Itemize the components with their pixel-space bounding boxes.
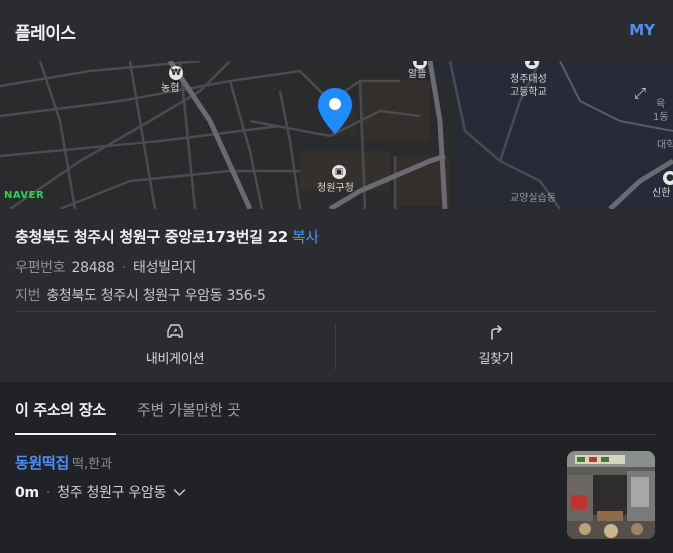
map-label-school-1: 청주대성 [510,74,547,85]
place-category: 떡,한과 [72,457,113,472]
location-pin-icon[interactable] [316,86,354,136]
storefront-photo [567,451,655,539]
tab-places-at-address[interactable]: 이 주소의 장소 [15,399,106,420]
map-label-edge-top-1: 육 [656,99,666,110]
map-label-edge-mid: 대학 [657,140,673,151]
chevron-down-icon[interactable] [173,488,186,497]
map-label-altteul: 알뜰 [408,69,427,80]
place-tabs: 이 주소의 장소 주변 가볼만한 곳 [15,382,656,435]
postal-code: 28488 [71,260,115,276]
active-tab-indicator [15,433,116,435]
map-view[interactable]: ₩ 농협 ■ 알뜰 ▲ 청주대성 고등학교 ▣ 청원구청 교양실습동 육 1동 … [0,61,673,209]
address-block: 충청북도 청주시 청원구 중앙로173번길 22 복사 우편번호 28488 · … [15,226,319,305]
building-name: 태성빌리지 [133,260,196,276]
places-section: 이 주소의 장소 주변 가볼만한 곳 동원떡집 떡,한과 0m · 청주 청원구 … [0,382,673,553]
my-button[interactable]: MY [629,21,655,39]
place-name-link[interactable]: 동원떡집 [15,454,69,472]
map-label-edge-top-2: 1동 [653,112,669,123]
directions-label: 길찾기 [478,352,514,367]
page-title: 플레이스 [15,24,76,44]
separator-dot: · [121,260,126,276]
place-location: 청주 청원구 우암동 [57,485,167,501]
header-bar: 플레이스 MY [0,0,673,61]
map-label-gu-office: 청원구청 [317,183,354,194]
action-bar: 내비게이션 길찾기 [0,312,673,382]
postal-label: 우편번호 [15,260,66,276]
jibun-label: 지번 [15,288,41,304]
navigation-button[interactable]: 내비게이션 [15,312,335,382]
postal-line: 우편번호 28488 · 태성빌리지 [15,257,319,277]
directions-button[interactable]: 길찾기 [336,312,656,382]
road-address: 충청북도 청주시 청원구 중앙로173번길 22 복사 [15,226,319,247]
expand-map-icon[interactable]: ⤢ [630,83,650,103]
separator-dot: · [45,485,51,501]
naver-logo: NAVER [4,190,45,201]
navigation-label: 내비게이션 [145,352,205,367]
gov-office-poi-icon[interactable]: ▣ [332,165,346,179]
copy-address-button[interactable]: 복사 [292,228,319,246]
jibun-address: 충청북도 청주시 청원구 우암동 356-5 [46,288,266,304]
car-navigation-icon [167,324,183,338]
map-label-school-2: 고등학교 [510,87,547,98]
place-meta: 0m · 청주 청원구 우암동 [15,482,186,502]
map-label-nonghyup: 농협 [161,83,180,94]
map-label-edge-bottom: 신한 [652,188,671,199]
map-label-interchange: 교양실습동 [510,193,556,204]
bank-poi-icon-edge[interactable]: ● [663,171,673,185]
list-item[interactable]: 동원떡집 떡,한과 0m · 청주 청원구 우암동 [15,452,186,502]
bank-poi-icon[interactable]: ₩ [169,66,183,80]
tab-nearby-attractions[interactable]: 주변 가볼만한 곳 [137,399,241,420]
jibun-line: 지번 충청북도 청주시 청원구 우암동 356-5 [15,285,319,305]
place-distance: 0m [15,485,39,501]
road-address-text: 충청북도 청주시 청원구 중앙로173번길 22 [15,228,288,246]
directions-arrow-icon [491,325,502,340]
place-photo-thumbnail[interactable] [567,451,655,539]
